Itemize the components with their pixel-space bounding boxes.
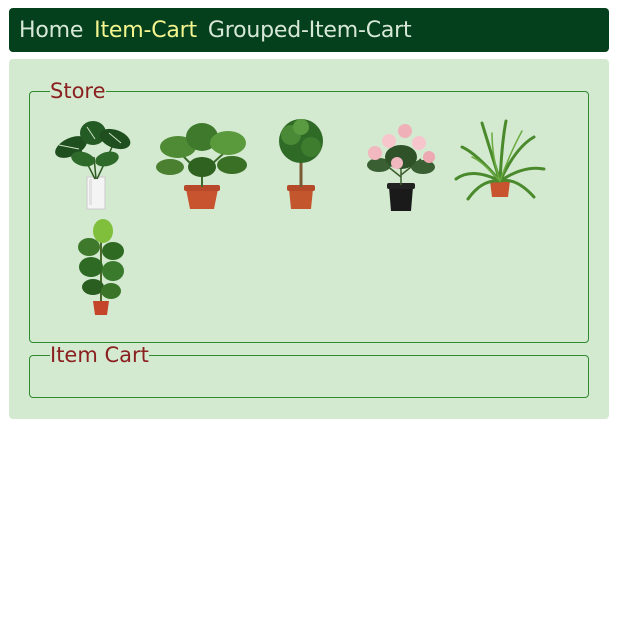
- nav-item-cart-link[interactable]: Item-Cart: [94, 18, 197, 43]
- item-cart-fieldset: Item Cart: [29, 344, 589, 398]
- store-legend: Store: [50, 79, 106, 103]
- item-cart-legend: Item Cart: [50, 343, 149, 367]
- store-item-fern[interactable]: [452, 117, 548, 211]
- nav-home-link[interactable]: Home: [19, 18, 83, 43]
- store-item-ficus[interactable]: [271, 117, 331, 215]
- ficus-tree-plant-icon: [279, 119, 323, 209]
- store-item-rose[interactable]: [359, 117, 443, 217]
- fatsia-plant-icon: [156, 123, 247, 209]
- fern-plant-icon: [454, 119, 546, 201]
- store-item-monstera[interactable]: [49, 117, 133, 215]
- monstera-plant-icon: [55, 121, 131, 210]
- nav-grouped-item-cart-link[interactable]: Grouped-Item-Cart: [208, 18, 412, 43]
- fiddle-leaf-fig-plant-icon: [78, 219, 124, 315]
- navbar: Home Item-Cart Grouped-Item-Cart: [9, 8, 609, 52]
- store-item-fiddle-leaf-fig[interactable]: [71, 219, 131, 319]
- main-panel: Store Item Cart: [9, 59, 609, 419]
- rose-plant-icon: [367, 124, 435, 211]
- store-item-fatsia[interactable]: [152, 117, 252, 215]
